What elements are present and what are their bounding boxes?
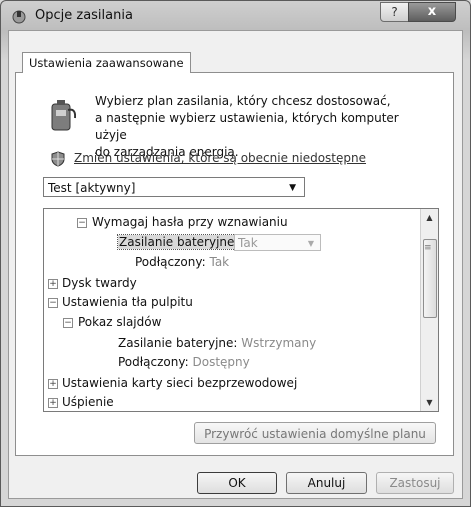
help-button[interactable]: ? xyxy=(380,2,409,22)
apply-button[interactable]: Zastosuj xyxy=(376,472,454,494)
chevron-down-icon: ▼ xyxy=(307,239,314,248)
intro-line-1: Wybierz plan zasilania, który chcesz dos… xyxy=(95,94,391,108)
intro-line-2: a następnie wybierz ustawienia, których … xyxy=(95,111,399,142)
expand-icon[interactable]: + xyxy=(48,398,58,408)
tree-item-battery-label[interactable]: Zasilanie bateryjne: xyxy=(116,234,241,250)
chevron-down-icon: ▼ xyxy=(289,183,296,193)
plugged-in-label: Podłączony: xyxy=(135,255,206,269)
battery-setting-label: Zasilanie bateryjne: xyxy=(116,234,241,250)
settings-tree[interactable]: − Wymagaj hasła przy wznawianiu Zasilani… xyxy=(43,208,439,412)
tree-item-slideshow[interactable]: Pokaz slajdów xyxy=(78,314,161,330)
collapse-icon[interactable]: − xyxy=(63,318,73,328)
expand-icon[interactable]: + xyxy=(48,379,58,389)
slideshow-plugged-label: Podłączony: xyxy=(118,355,189,369)
tree-item-desktop-background[interactable]: Ustawienia tła pulpitu xyxy=(62,294,193,310)
battery-value-select[interactable]: Tak ▼ xyxy=(234,234,321,251)
title-bar[interactable]: Opcje zasilania ? x xyxy=(1,1,470,31)
tree-item-wireless-adapter[interactable]: Ustawienia karty sieci bezprzewodowej xyxy=(62,375,297,391)
tree-item-hard-disk[interactable]: Dysk twardy xyxy=(62,275,137,291)
tree-item-require-password[interactable]: Wymagaj hasła przy wznawianiu xyxy=(92,214,288,230)
tree-item-plugged-in[interactable]: Podłączony: Tak xyxy=(135,254,229,270)
tree-item-slideshow-plugged[interactable]: Podłączony: Dostępny xyxy=(118,354,250,370)
close-button[interactable]: x xyxy=(408,2,456,22)
scroll-up-icon[interactable]: ▲ xyxy=(421,209,438,226)
slideshow-plugged-value: Dostępny xyxy=(192,355,250,369)
change-unavailable-settings-link[interactable]: Zmień ustawienia, które są obecnie niedo… xyxy=(74,151,366,165)
tab-advanced-settings[interactable]: Ustawienia zaawansowane xyxy=(22,52,191,73)
tree-item-slideshow-battery[interactable]: Zasilanie bateryjne: Wstrzymany xyxy=(118,335,316,351)
power-plan-select[interactable]: Test [aktywny] ▼ xyxy=(43,177,305,197)
tree-scrollbar[interactable]: ▲ ≡ ▼ xyxy=(420,209,438,411)
slideshow-battery-value: Wstrzymany xyxy=(241,336,317,350)
window-title: Opcje zasilania xyxy=(35,8,133,23)
collapse-icon[interactable]: − xyxy=(48,298,58,308)
battery-value: Tak xyxy=(238,236,258,250)
cancel-button[interactable]: Anuluj xyxy=(286,472,367,494)
grip-icon: ≡ xyxy=(424,243,432,253)
ok-button[interactable]: OK xyxy=(197,472,277,494)
restore-defaults-button[interactable]: Przywróć ustawienia domyślne planu xyxy=(194,422,436,444)
slideshow-battery-label: Zasilanie bateryjne: xyxy=(118,336,238,350)
power-plan-value: Test [aktywny] xyxy=(48,181,136,195)
power-options-icon xyxy=(12,10,26,24)
shield-icon xyxy=(51,151,65,167)
expand-icon[interactable]: + xyxy=(48,279,58,289)
scroll-down-icon[interactable]: ▼ xyxy=(421,394,438,411)
tree-item-sleep[interactable]: Uśpienie xyxy=(62,394,114,410)
collapse-icon[interactable]: − xyxy=(77,218,87,228)
battery-plug-icon xyxy=(51,100,76,131)
plugged-in-value: Tak xyxy=(209,255,230,269)
